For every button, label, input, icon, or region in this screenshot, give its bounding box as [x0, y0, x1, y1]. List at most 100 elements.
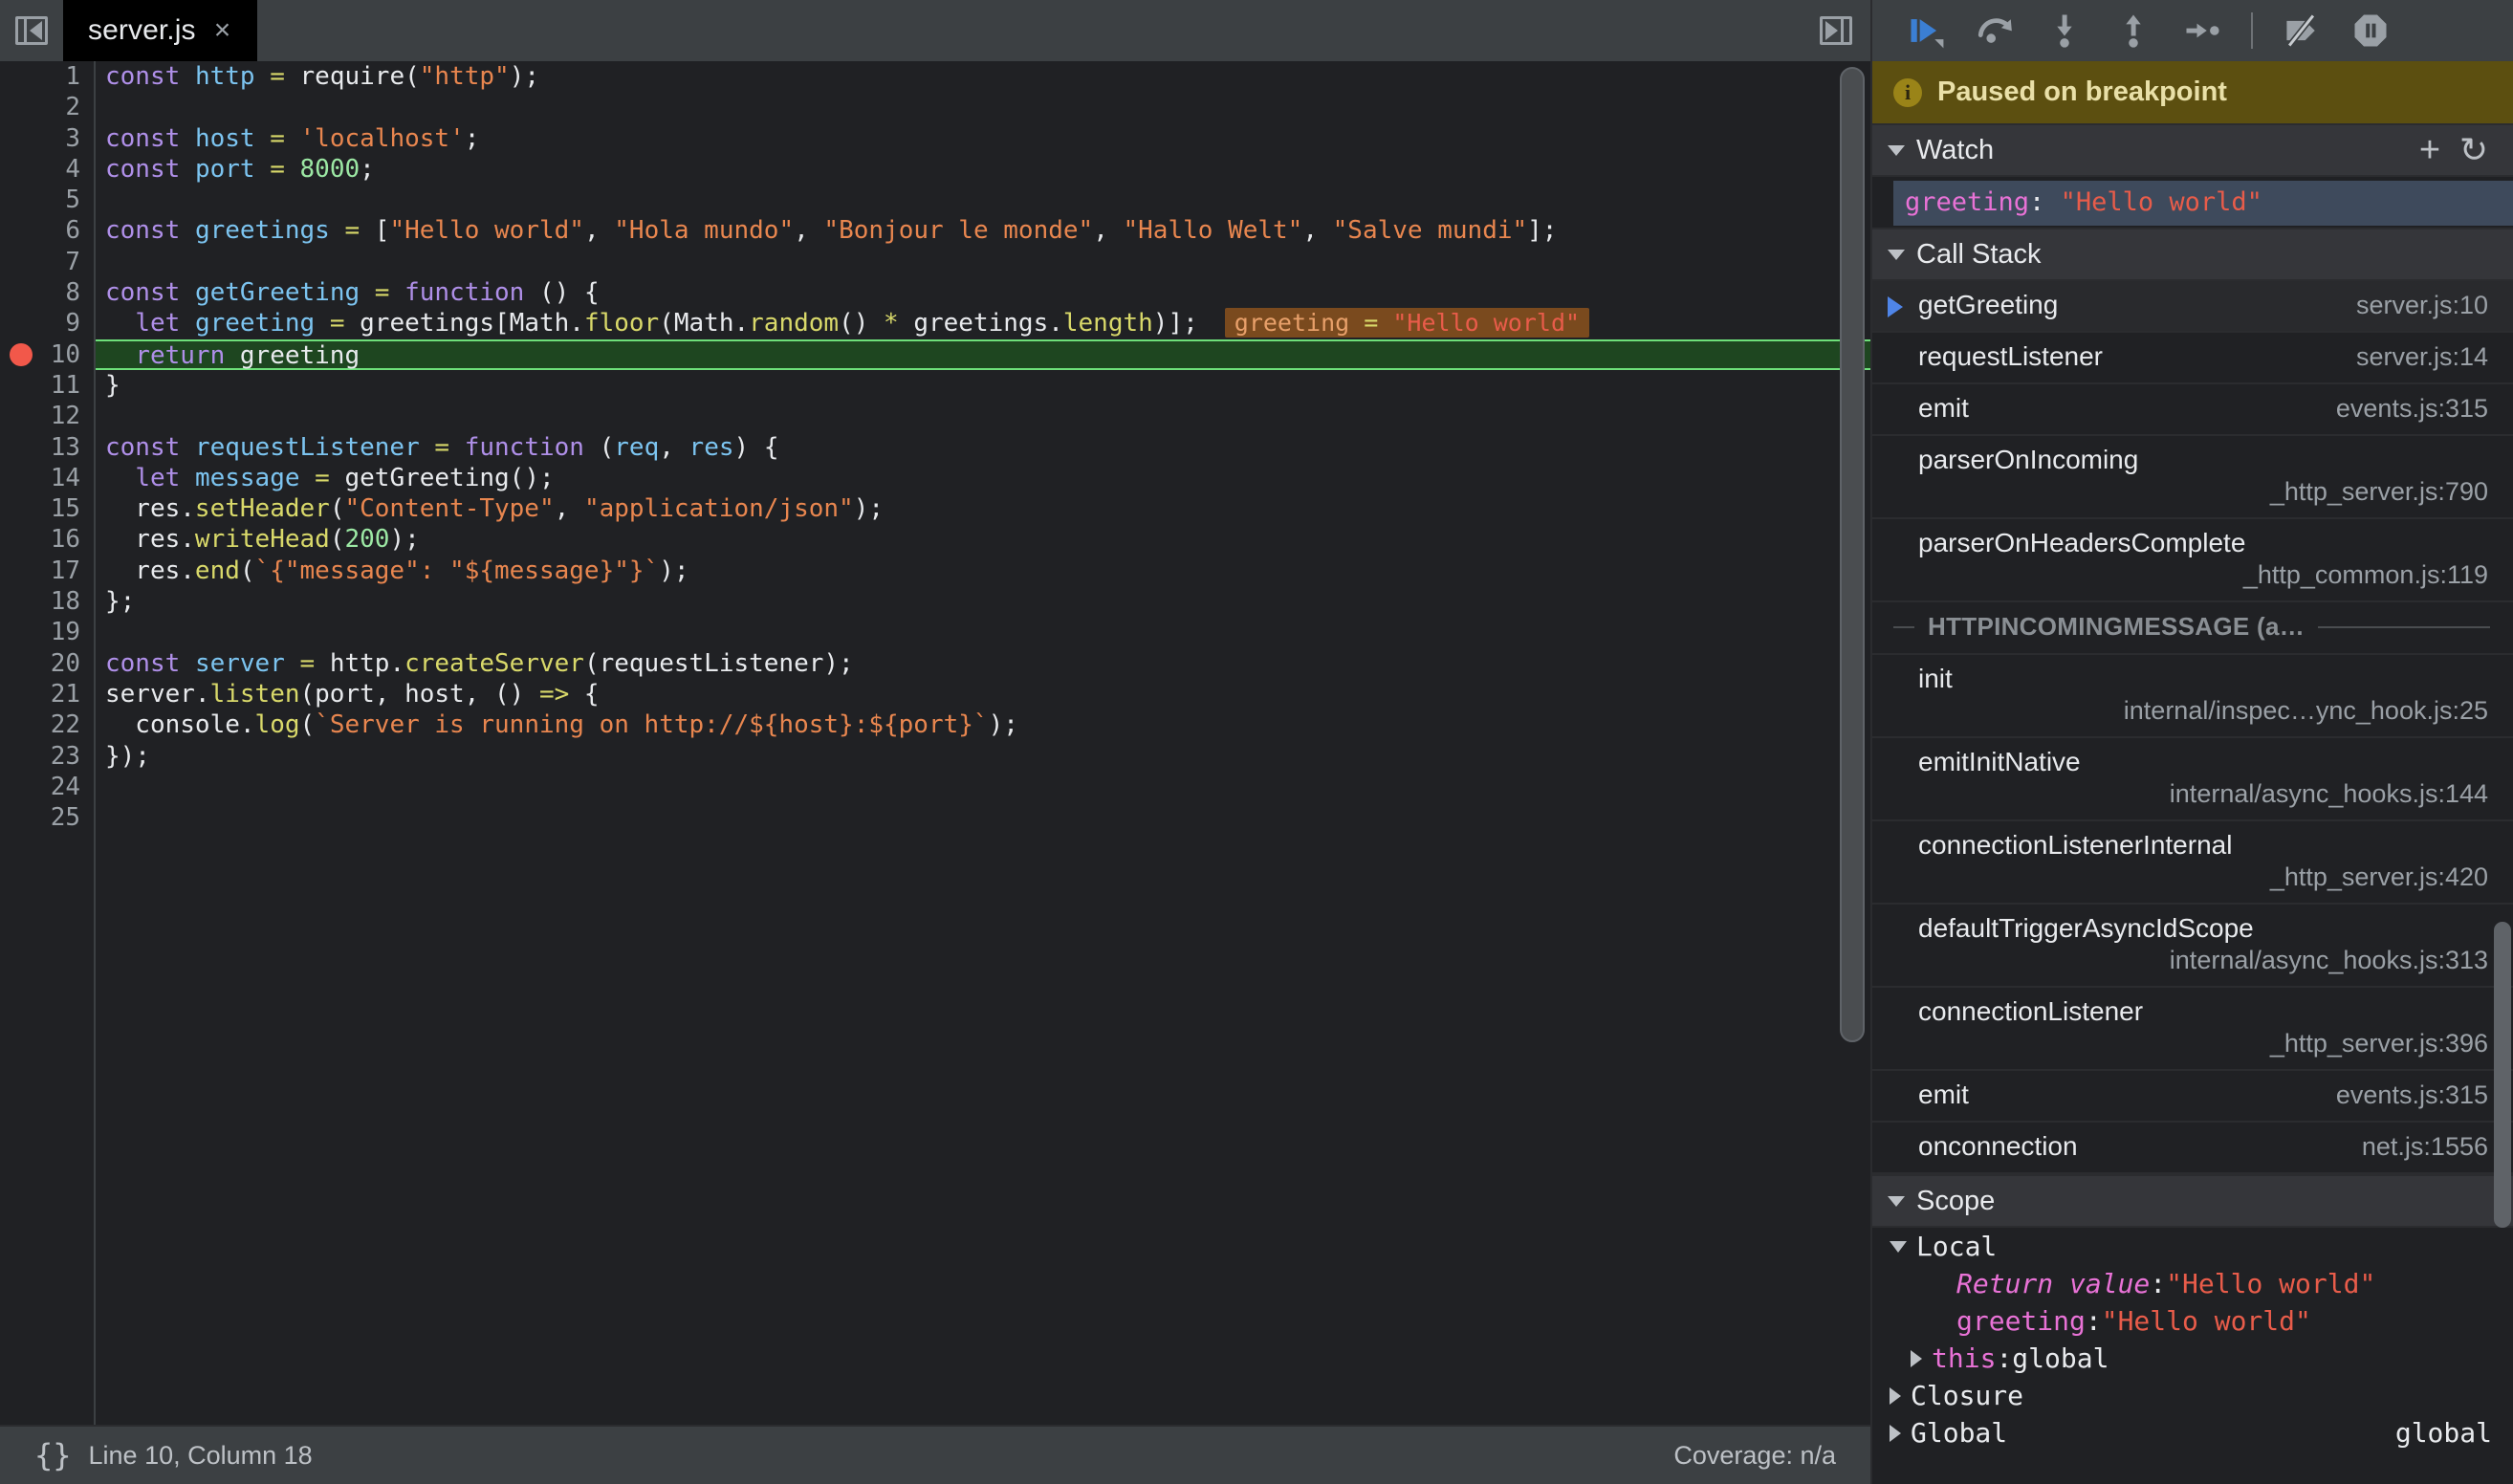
code-line[interactable]: const port = 8000; [96, 154, 1870, 185]
navigator-panel-toggle-button[interactable] [0, 0, 63, 61]
call-stack-frame[interactable]: connectionListener _http_server.js:396 [1872, 988, 2513, 1071]
line-number-gutter[interactable]: 1 2 3 4 5 6 7 8 9 10 11 12 13 14 15 16 17 18 19 20 21 22 23 24 2… [0, 61, 96, 1425]
line-number[interactable]: 4 [0, 154, 94, 185]
code-line[interactable] [96, 772, 1870, 802]
call-stack-section-header[interactable]: Call Stack [1872, 228, 2513, 281]
step-button[interactable] [2173, 4, 2232, 57]
call-stack-frame[interactable]: emitInitNative internal/async_hooks.js:14… [1872, 738, 2513, 821]
code-line[interactable] [96, 92, 1870, 122]
line-number[interactable]: 9 [0, 308, 94, 338]
call-stack-frame[interactable]: emit events.js:315 [1872, 1071, 2513, 1123]
code-line[interactable]: const greetings = ["Hello world", "Hola … [96, 215, 1870, 246]
call-stack-frame[interactable]: getGreeting server.js:10 [1872, 281, 2513, 333]
code-line[interactable]: res.setHeader("Content-Type", "applicati… [96, 493, 1870, 524]
editor-vertical-scrollbar[interactable] [1840, 67, 1865, 1042]
scope-section-header[interactable]: Scope [1872, 1174, 2513, 1228]
debugger-pane-scrollbar[interactable] [2494, 922, 2511, 1228]
code-line[interactable] [96, 185, 1870, 215]
line-number[interactable]: 13 [0, 432, 94, 463]
resume-script-execution-button[interactable] [1897, 4, 1956, 57]
cursor-position-label[interactable]: Line 10, Column 18 [89, 1441, 313, 1471]
line-number[interactable]: 11 [0, 370, 94, 401]
code-line[interactable]: }; [96, 586, 1870, 617]
scope-group[interactable]: Global global [1872, 1414, 2513, 1451]
pretty-print-icon[interactable]: {} [17, 1437, 89, 1473]
line-number[interactable]: 6 [0, 215, 94, 246]
call-stack-frame[interactable]: requestListener server.js:14 [1872, 333, 2513, 384]
line-number[interactable]: 23 [0, 741, 94, 772]
code-line[interactable]: let greeting = greetings[Math.floor(Math… [96, 308, 1870, 338]
code-line[interactable]: } [96, 370, 1870, 401]
line-number[interactable]: 20 [0, 648, 94, 679]
scope-property[interactable]: greeting: "Hello world" [1872, 1302, 2513, 1340]
line-number[interactable]: 15 [0, 493, 94, 524]
add-watch-expression-button[interactable]: + [2408, 128, 2452, 172]
code-line-paused[interactable]: return greeting [96, 338, 1870, 370]
scope-group[interactable]: Local [1872, 1228, 2513, 1265]
code-line[interactable]: const getGreeting = function () { [96, 277, 1870, 308]
code-line[interactable] [96, 617, 1870, 647]
line-number[interactable]: 3 [0, 123, 94, 154]
line-number[interactable]: 2 [0, 92, 94, 122]
line-number[interactable]: 24 [0, 772, 94, 802]
scope-group[interactable]: Closure [1872, 1377, 2513, 1414]
code-line[interactable]: const host = 'localhost'; [96, 123, 1870, 154]
call-stack-frame[interactable]: parserOnHeadersComplete _http_common.js:1… [1872, 519, 2513, 602]
async-stack-separator: HTTPINCOMINGMESSAGE (a… [1872, 602, 2513, 655]
call-stack-frame[interactable]: parserOnIncoming _http_server.js:790 [1872, 436, 2513, 519]
step-into-button[interactable] [2035, 4, 2094, 57]
line-number[interactable]: 12 [0, 401, 94, 431]
code-line[interactable]: res.end(`{"message": "${message}"}`); [96, 556, 1870, 586]
source-editor[interactable]: 1 2 3 4 5 6 7 8 9 10 11 12 13 14 15 16 17 18 19 20 21 22 23 24 2… [0, 61, 1870, 1425]
line-number[interactable]: 25 [0, 802, 94, 833]
code-line[interactable] [96, 401, 1870, 431]
scope-title: Scope [1916, 1185, 1996, 1216]
line-number[interactable]: 1 [0, 61, 94, 92]
call-stack-frame[interactable]: emit events.js:315 [1872, 384, 2513, 436]
call-stack-frame[interactable]: defaultTriggerAsyncIdScope internal/async… [1872, 905, 2513, 988]
frame-location: internal/async_hooks.js:144 [2169, 779, 2488, 808]
code-line[interactable]: }); [96, 741, 1870, 772]
code-line[interactable]: const requestListener = function (req, r… [96, 432, 1870, 463]
line-number[interactable]: 16 [0, 524, 94, 555]
scope-group[interactable]: this: global [1872, 1340, 2513, 1377]
tab-server-js[interactable]: server.js × [63, 0, 257, 61]
debugger-panel-toggle-button[interactable] [1802, 0, 1870, 61]
coverage-label[interactable]: Coverage: n/a [1673, 1441, 1836, 1471]
step-over-button[interactable] [1966, 4, 2025, 57]
line-number[interactable]: 19 [0, 617, 94, 647]
refresh-watch-button[interactable]: ↻ [2452, 128, 2496, 172]
call-stack-frame[interactable]: connectionListenerInternal _http_server.j… [1872, 821, 2513, 905]
pause-on-exceptions-button[interactable] [2341, 4, 2400, 57]
code-line[interactable] [96, 247, 1870, 277]
chevron-right-icon [1890, 1424, 1901, 1442]
watch-expression-item[interactable]: greeting: "Hello world" [1893, 181, 2513, 226]
code-line[interactable] [96, 802, 1870, 833]
code-line[interactable]: let message = getGreeting(); [96, 463, 1870, 493]
code-line[interactable]: res.writeHead(200); [96, 524, 1870, 555]
line-number[interactable]: 14 [0, 463, 94, 493]
code-line[interactable]: const server = http.createServer(request… [96, 648, 1870, 679]
code-line[interactable]: console.log(`Server is running on http:/… [96, 709, 1870, 740]
code-content[interactable]: const http = require("http"); const host … [96, 61, 1870, 1425]
line-number[interactable]: 8 [0, 277, 94, 308]
frame-location: internal/inspec…ync_hook.js:25 [2123, 696, 2488, 725]
watch-title: Watch [1916, 134, 1995, 165]
code-line[interactable]: const http = require("http"); [96, 61, 1870, 92]
line-number[interactable]: 21 [0, 679, 94, 709]
line-number[interactable]: 18 [0, 586, 94, 617]
code-line[interactable]: server.listen(port, host, () => { [96, 679, 1870, 709]
breakpoint-icon[interactable] [10, 342, 33, 366]
call-stack-frame[interactable]: init internal/inspec…ync_hook.js:25 [1872, 655, 2513, 738]
line-number[interactable]: 17 [0, 556, 94, 586]
call-stack-frame[interactable]: onconnection net.js:1556 [1872, 1123, 2513, 1174]
line-number[interactable]: 7 [0, 247, 94, 277]
line-number-with-breakpoint[interactable]: 10 [0, 339, 94, 370]
deactivate-breakpoints-button[interactable] [2272, 4, 2331, 57]
scope-property[interactable]: Return value: "Hello world" [1872, 1265, 2513, 1302]
step-out-button[interactable] [2104, 4, 2163, 57]
watch-section-header[interactable]: Watch + ↻ [1872, 123, 2513, 177]
line-number[interactable]: 22 [0, 709, 94, 740]
close-icon[interactable]: × [209, 16, 236, 45]
line-number[interactable]: 5 [0, 185, 94, 215]
